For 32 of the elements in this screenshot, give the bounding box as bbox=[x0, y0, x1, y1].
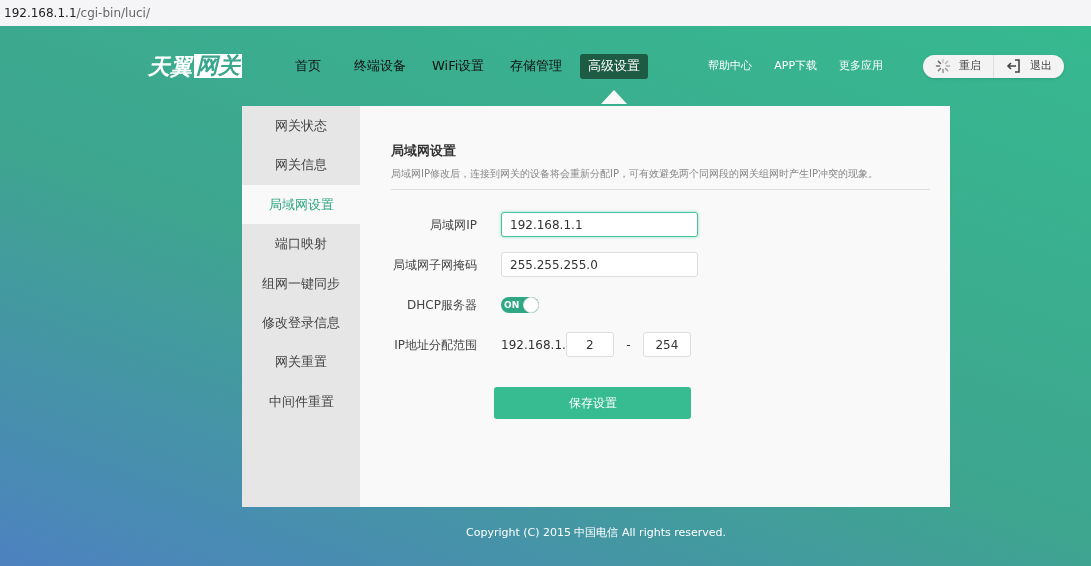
field-label: DHCP服务器 bbox=[406, 296, 478, 314]
field-label: IP地址分配范围 bbox=[393, 336, 478, 354]
nav-tab[interactable]: WiFi设置 bbox=[424, 53, 493, 79]
field-label: 局域网IP bbox=[429, 216, 478, 234]
sidebar-item[interactable]: 修改登录信息 bbox=[242, 302, 360, 343]
range-end-field[interactable]: 254 bbox=[642, 332, 691, 357]
text-field[interactable]: 192.168.1.1 bbox=[501, 212, 698, 237]
range-separator: - bbox=[625, 336, 632, 354]
sidebar-item[interactable]: 中间件重置 bbox=[242, 381, 360, 422]
sidebar-item[interactable]: 端口映射 bbox=[242, 224, 360, 264]
sidebar-item[interactable]: 网关信息 bbox=[242, 145, 360, 185]
range-start-field[interactable]: 2 bbox=[565, 332, 614, 357]
nav-tab[interactable]: 存储管理 bbox=[502, 53, 571, 79]
loading-spinner-icon bbox=[935, 58, 952, 74]
sidebar-item[interactable]: 网关重置 bbox=[242, 342, 360, 382]
restart-button[interactable]: 重启 bbox=[923, 54, 994, 78]
ip-prefix: 192.168.1. bbox=[501, 336, 566, 354]
nav-tab[interactable]: 首页 bbox=[280, 53, 336, 79]
section-description: 局域网IP修改后，连接到网关的设备将会重新分配IP，可有效避免两个同网段的网关组网时产生IP冲突的现象。 bbox=[391, 166, 879, 181]
nav-tab[interactable]: 高级设置 bbox=[580, 53, 649, 79]
field-label: 局域网子网掩码 bbox=[392, 256, 478, 274]
text-field[interactable]: 255.255.255.0 bbox=[501, 252, 698, 277]
sidebar-item[interactable]: 组网一键同步 bbox=[242, 263, 360, 303]
copyright-text: Copyright (C) 2015 中国电信 All rights reserved. bbox=[465, 525, 727, 541]
logout-button[interactable]: 退出 bbox=[993, 54, 1065, 78]
address-path: /cgi-bin/luci/ bbox=[76, 5, 150, 22]
nav-tab[interactable]: 终端设备 bbox=[346, 53, 414, 79]
section-title: 局域网设置 bbox=[391, 142, 457, 160]
logout-icon bbox=[1006, 58, 1023, 74]
address-bar[interactable]: 192.168.1.1/cgi-bin/luci/ bbox=[0, 0, 1091, 26]
address-host: 192.168.1.1 bbox=[4, 5, 77, 22]
sidebar-item[interactable]: 网关状态 bbox=[242, 106, 360, 146]
